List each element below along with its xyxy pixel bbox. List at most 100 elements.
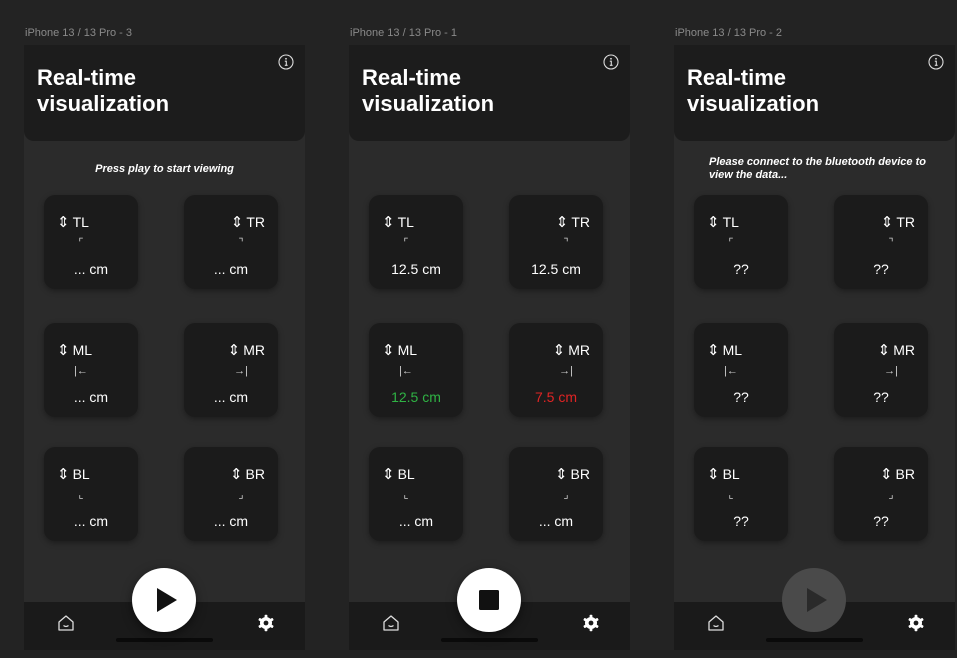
sensor-card-mr: ⇕ MR →| 7.5 cm (509, 323, 603, 417)
home-indicator (116, 638, 213, 642)
sensor-card-tl: ⇕ TL ⌜ ?? (694, 195, 788, 289)
card-label: ⇕ ML (707, 342, 743, 359)
card-value: ?? (873, 389, 889, 405)
corner-br-icon: ⌟ (238, 489, 244, 501)
page-title: Real-time visualization (37, 65, 170, 116)
vertical-arrows-icon: ⇕ (880, 214, 894, 231)
frame-label-3: iPhone 13 / 13 Pro - 2 (675, 27, 783, 39)
sensor-card-mr: ⇕ MR →| ... cm (184, 323, 278, 417)
arrow-to-right-bar-icon: →| (559, 365, 573, 377)
corner-tr-icon: ⌝ (888, 237, 894, 249)
vertical-arrows-icon: ⇕ (707, 214, 720, 231)
corner-tr-icon: ⌝ (238, 237, 244, 249)
status-message: Press play to start viewing (95, 163, 234, 175)
info-icon[interactable] (928, 54, 944, 70)
frame-label-1: iPhone 13 / 13 Pro - 3 (25, 27, 133, 39)
header: Real-time visualization (24, 45, 305, 141)
info-icon[interactable] (278, 54, 294, 70)
sensor-card-br: ⇕ BR ⌟ ... cm (509, 447, 603, 541)
card-label: ⇕ BR (554, 466, 590, 483)
card-label: ⇕ ML (382, 342, 418, 359)
vertical-arrows-icon: ⇕ (57, 466, 70, 483)
corner-tr-icon: ⌝ (563, 237, 569, 249)
vertical-arrows-icon: ⇕ (879, 466, 893, 483)
sensor-card-ml: ⇕ ML |← ?? (694, 323, 788, 417)
card-label: ⇕ TR (555, 214, 590, 231)
sensor-card-bl: ⇕ BL ⌞ ... cm (44, 447, 138, 541)
corner-br-icon: ⌟ (563, 489, 569, 501)
play-icon (157, 588, 177, 612)
card-value: ... cm (398, 513, 434, 529)
home-indicator (766, 638, 863, 642)
card-value: 7.5 cm (534, 389, 577, 405)
card-value: ... cm (538, 513, 574, 529)
sensor-card-tr: ⇕ TR ⌝ ... cm (184, 195, 278, 289)
vertical-arrows-icon: ⇕ (555, 214, 569, 231)
play-button-disabled[interactable] (782, 568, 846, 632)
card-label: ⇕ MR (227, 342, 265, 359)
vertical-arrows-icon: ⇕ (57, 342, 70, 359)
card-label: ⇕ BR (229, 466, 265, 483)
vertical-arrows-icon: ⇕ (877, 342, 891, 359)
gear-icon[interactable] (582, 614, 600, 632)
play-button[interactable] (132, 568, 196, 632)
card-label: ⇕ BL (707, 466, 740, 483)
vertical-arrows-icon: ⇕ (554, 466, 568, 483)
phone-screen-3: Real-time visualization Please connect t… (674, 45, 955, 650)
sensor-card-tl: ⇕ TL ⌜ ... cm (44, 195, 138, 289)
card-value: ?? (873, 261, 889, 277)
info-icon[interactable] (603, 54, 619, 70)
card-label: ⇕ TR (230, 214, 265, 231)
phone-screen-2: Real-time visualization ⇕ TL ⌜ 12.5 cm ⇕ T… (349, 45, 630, 650)
sensor-card-tl: ⇕ TL ⌜ 12.5 cm (369, 195, 463, 289)
card-value: ... cm (73, 261, 109, 277)
card-value: ?? (733, 389, 749, 405)
card-label: ⇕ MR (877, 342, 915, 359)
card-value: 12.5 cm (391, 389, 441, 405)
stop-icon (479, 590, 499, 610)
card-value: ?? (873, 513, 889, 529)
card-value: ... cm (73, 513, 109, 529)
corner-tl-icon: ⌜ (403, 237, 409, 249)
header: Real-time visualization (674, 45, 955, 141)
vertical-arrows-icon: ⇕ (57, 214, 70, 231)
home-icon[interactable] (57, 614, 75, 632)
gear-icon[interactable] (257, 614, 275, 632)
status-message: Please connect to the bluetooth device t… (709, 156, 926, 181)
vertical-arrows-icon: ⇕ (707, 342, 720, 359)
home-icon[interactable] (707, 614, 725, 632)
page-title: Real-time visualization (687, 65, 820, 116)
vertical-arrows-icon: ⇕ (229, 466, 243, 483)
corner-br-icon: ⌟ (888, 489, 894, 501)
page-title: Real-time visualization (362, 65, 495, 116)
frame-label-2: iPhone 13 / 13 Pro - 1 (350, 27, 458, 39)
stop-button[interactable] (457, 568, 521, 632)
header: Real-time visualization (349, 45, 630, 141)
phone-screen-1: Real-time visualization Press play to st… (24, 45, 305, 650)
card-value: ... cm (73, 389, 109, 405)
home-icon[interactable] (382, 614, 400, 632)
card-value: ... cm (213, 513, 249, 529)
vertical-arrows-icon: ⇕ (382, 214, 395, 231)
arrow-to-left-bar-icon: |← (724, 365, 738, 377)
gear-icon[interactable] (907, 614, 925, 632)
sensor-card-tr: ⇕ TR ⌝ 12.5 cm (509, 195, 603, 289)
corner-tl-icon: ⌜ (78, 237, 84, 249)
card-label: ⇕ BL (382, 466, 415, 483)
card-label: ⇕ TL (382, 214, 414, 231)
play-icon (807, 588, 827, 612)
sensor-card-ml: ⇕ ML |← 12.5 cm (369, 323, 463, 417)
vertical-arrows-icon: ⇕ (227, 342, 241, 359)
arrow-to-left-bar-icon: |← (74, 365, 88, 377)
card-label: ⇕ BR (879, 466, 915, 483)
card-value: ... cm (213, 389, 249, 405)
sensor-card-mr: ⇕ MR →| ?? (834, 323, 928, 417)
card-label: ⇕ ML (57, 342, 93, 359)
vertical-arrows-icon: ⇕ (552, 342, 566, 359)
card-value: 12.5 cm (531, 261, 581, 277)
card-value: 12.5 cm (391, 261, 441, 277)
card-value: ?? (733, 513, 749, 529)
corner-bl-icon: ⌞ (403, 489, 409, 501)
corner-bl-icon: ⌞ (728, 489, 734, 501)
vertical-arrows-icon: ⇕ (382, 342, 395, 359)
